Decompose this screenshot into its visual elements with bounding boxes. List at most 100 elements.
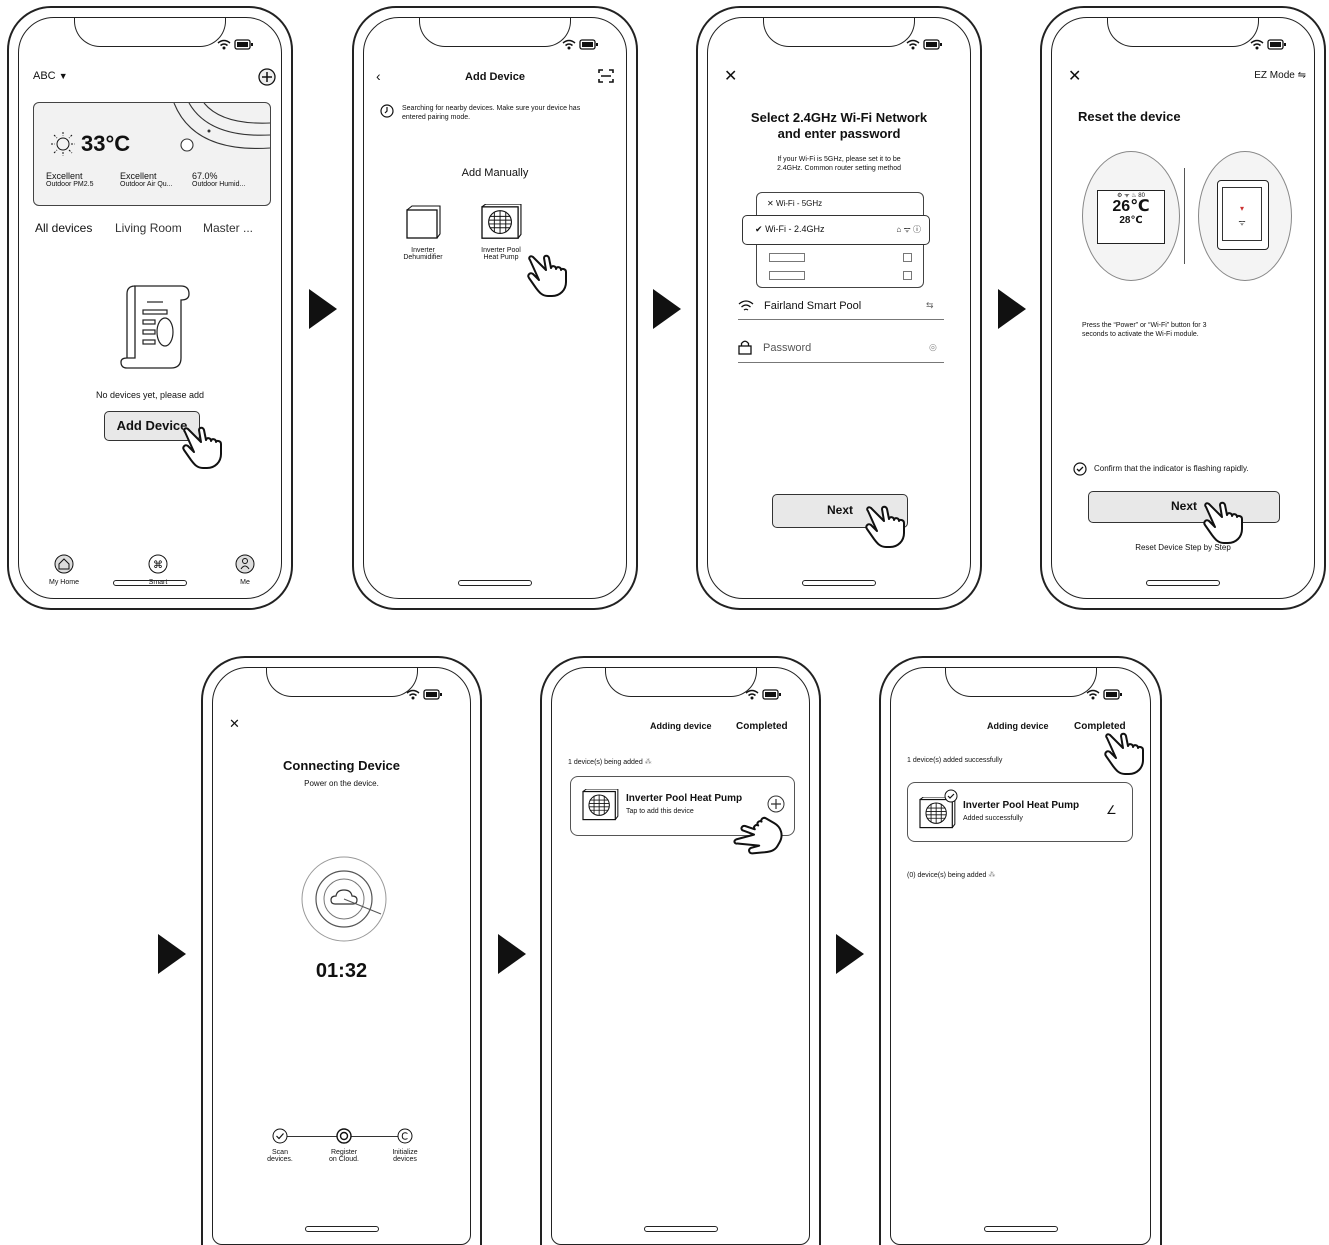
notch <box>763 18 915 47</box>
lock-icon <box>738 340 752 355</box>
row-placeholder <box>769 271 805 280</box>
notch <box>74 18 226 47</box>
edit-icon[interactable]: ∠ <box>1106 803 1117 817</box>
device-dehumidifier[interactable]: Inverter Dehumidifier <box>392 204 454 261</box>
tab-adding[interactable]: Adding device <box>650 721 712 731</box>
heat-pump-icon <box>480 204 522 242</box>
device-label: Inverter Pool <box>481 247 521 254</box>
add-circle-icon[interactable] <box>767 795 785 813</box>
status-icons <box>404 688 444 702</box>
smart-icon: ⌘ <box>148 554 168 574</box>
instruction: Press the “Power” or “Wi-Fi” button for … <box>1082 321 1206 339</box>
step-label: Register <box>330 1149 358 1156</box>
tab-adding[interactable]: Adding device <box>987 721 1049 731</box>
home-indicator <box>304 1226 379 1232</box>
tab-completed[interactable]: Completed <box>736 721 788 732</box>
device-heat-pump[interactable]: Inverter Pool Heat Pump <box>470 204 532 261</box>
step-label: on Cloud. <box>329 1156 359 1163</box>
pending-circle-icon <box>397 1128 413 1144</box>
metric-value: 67.0% <box>192 171 218 181</box>
divider <box>738 319 944 320</box>
eye-icon[interactable]: ◎ <box>929 342 937 353</box>
wifi-icon <box>738 300 754 311</box>
page-title: Connecting Device <box>282 758 401 773</box>
display-top: 26℃ <box>1112 198 1150 215</box>
add-circle-icon[interactable] <box>258 68 276 86</box>
close-icon[interactable]: ✕ <box>1068 66 1081 86</box>
wifi-5g-label: Wi-Fi - 5GHz <box>775 199 823 208</box>
home-icon <box>54 554 74 574</box>
svg-text:⌘: ⌘ <box>153 560 163 571</box>
timer: 01:32 <box>315 960 368 982</box>
scan-icon[interactable] <box>598 69 614 83</box>
home-name: ABC <box>33 70 56 82</box>
checkbox-icon[interactable] <box>1073 462 1087 476</box>
metric-label: Outdoor Humid... <box>192 181 246 188</box>
status-icons <box>1248 38 1288 52</box>
screen: ✕ EZ Mode ⇋ Reset the device ⚙ ᯤ ♨ 80 26… <box>1051 17 1315 599</box>
notch <box>265 668 418 697</box>
flow-arrow-icon <box>653 289 681 329</box>
next-button[interactable]: Next <box>1088 491 1280 523</box>
confirm-text: Confirm that the indicator is flashing r… <box>1094 464 1249 473</box>
notch <box>1107 18 1259 47</box>
metric-2: Excellent Outdoor Air Qu... <box>120 171 190 188</box>
section-title: Add Manually <box>461 167 529 179</box>
page-title: Reset the device <box>1078 109 1181 124</box>
row-placeholder <box>903 271 912 280</box>
pending-label: (0) device(s) being added <box>907 872 987 879</box>
tab-master[interactable]: Master ... <box>203 221 253 235</box>
notch <box>419 18 571 47</box>
searching-text: Searching for nearby devices. Make sure … <box>402 105 581 121</box>
progress-circle-icon <box>336 1128 352 1144</box>
network-name[interactable]: Fairland Smart Pool <box>764 300 861 312</box>
password-field[interactable]: Password <box>763 342 811 354</box>
wifi-24g-label: Wi-Fi - 2.4GHz <box>765 224 825 234</box>
title-line: Select 2.4GHz Wi-Fi Network <box>750 110 928 125</box>
nav-my-home[interactable]: My Home <box>37 554 91 586</box>
panel-display: ▾ ᯤ <box>1217 180 1269 250</box>
status-label: 1 device(s) being added <box>568 759 643 766</box>
row-placeholder <box>903 253 912 262</box>
notch <box>944 668 1097 697</box>
device-label: Heat Pump <box>483 254 519 261</box>
reset-guide-link[interactable]: Reset Device Step by Step <box>1052 543 1314 552</box>
switch-network-icon[interactable]: ⇆ <box>926 300 934 311</box>
person-icon <box>235 554 255 574</box>
close-icon[interactable]: ✕ <box>229 716 240 732</box>
home-indicator <box>113 580 187 586</box>
home-selector[interactable]: ABC ▼ <box>33 70 68 82</box>
indicator-icon: ▾ <box>1239 204 1244 213</box>
title-line: and enter password <box>777 126 901 141</box>
tab-all-devices[interactable]: All devices <box>35 221 92 235</box>
ez-mode-toggle[interactable]: EZ Mode ⇋ <box>1254 70 1306 81</box>
chevron-down-icon: ▼ <box>58 71 68 81</box>
nav-label: My Home <box>49 579 79 586</box>
device-label: Inverter <box>411 247 435 254</box>
pointing-hand-icon <box>862 501 912 549</box>
heat-pump-icon <box>581 789 619 823</box>
panel-screen: ▾ ᯤ <box>1222 187 1262 241</box>
spinner-icon: ⁂ <box>644 759 652 766</box>
device-sub: Tap to add this device <box>626 808 694 815</box>
tab-living-room[interactable]: Living Room <box>115 221 182 235</box>
check-icon: ✔ <box>755 224 763 234</box>
display-bottom: 28℃ <box>1119 215 1143 226</box>
pointing-hand-icon <box>524 250 574 298</box>
close-icon[interactable]: ✕ <box>724 66 737 86</box>
nav-me[interactable]: Me <box>225 554 265 586</box>
flow-arrow-icon <box>158 934 186 974</box>
wifi-5g-item: ✕ Wi-Fi - 5GHz <box>767 199 822 208</box>
device-card[interactable]: Inverter Pool Heat Pump Added successful… <box>907 782 1133 842</box>
metric-label: Outdoor PM2.5 <box>46 181 94 188</box>
flow-arrow-icon <box>309 289 337 329</box>
home-indicator <box>1146 580 1220 586</box>
sun-icon <box>51 132 75 156</box>
empty-state-text: No devices yet, please add <box>95 390 205 400</box>
screen: ABC ▼ 33°C Excellent Outdoor PM2.5 Excel… <box>18 17 282 599</box>
step-scan: Scan devices. <box>255 1128 305 1163</box>
pending-text: (0) device(s) being added ⁂ <box>907 871 995 879</box>
divider <box>1184 168 1185 264</box>
home-indicator <box>458 580 532 586</box>
pointing-hand-icon <box>1200 497 1250 545</box>
